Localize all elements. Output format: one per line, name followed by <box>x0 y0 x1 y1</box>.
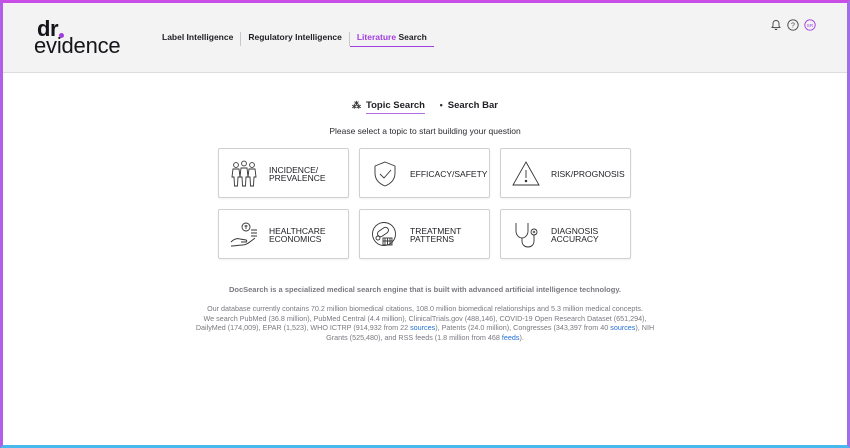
topic-card-risk[interactable]: RISK/PROGNOSIS <box>500 148 631 198</box>
dr-evidence-logo[interactable]: dr evidence <box>34 16 134 58</box>
topic-label: INCIDENCE/ PREVALENCE <box>269 164 326 183</box>
topic-card-diagnosis-accuracy[interactable]: DIAGNOSIS ACCURACY <box>500 209 631 259</box>
stats-line-4b: ). <box>519 332 524 342</box>
stats-line-2: We search PubMed (36.8 million), PubMed … <box>203 313 647 323</box>
nav-regulatory-intelligence[interactable]: Regulatory Intelligence <box>241 32 350 46</box>
topic-grid: INCIDENCE/ PREVALENCE EFFICACY/SAFETY RI… <box>218 148 632 260</box>
topic-label: RISK/PROGNOSIS <box>551 168 625 179</box>
stats-line-4a: Grants (525,480), and RSS feeds (1.8 mil… <box>326 332 502 342</box>
stats-line-3b: ), Patents (24.0 million), Congresses (3… <box>435 323 611 333</box>
docsearch-tagline: DocSearch is a specialized medical searc… <box>228 285 622 294</box>
cluster-icon: ⁂ <box>352 100 362 110</box>
topic-label: HEALTHCARE ECONOMICS <box>269 225 326 244</box>
topic-card-incidence[interactable]: INCIDENCE/ PREVALENCE <box>218 148 349 198</box>
stats-line-3a: DailyMed (174,009), EPAR (1,523), WHO IC… <box>195 323 411 333</box>
stethoscope-icon <box>515 223 538 248</box>
avatar-initials: SR <box>807 23 814 28</box>
database-stats: Our database currently contains 70.2 mil… <box>180 304 670 342</box>
main-nav: Label Intelligence Regulatory Intelligen… <box>162 32 434 47</box>
user-avatar[interactable]: SR <box>804 19 816 31</box>
topic-label: TREATMENT PATTERNS <box>410 225 462 244</box>
congress-sources-link[interactable]: sources <box>610 323 635 332</box>
help-icon[interactable]: ? <box>787 19 799 31</box>
warning-icon <box>512 161 540 186</box>
tab-topic-label: Topic Search <box>366 100 425 114</box>
svg-text:?: ? <box>791 23 795 30</box>
nav-literature-highlight: Literature <box>356 32 397 42</box>
stats-line-3: DailyMed (174,009), EPAR (1,523), WHO IC… <box>180 323 670 333</box>
tab-topic-search[interactable]: ⁂ Topic Search <box>352 100 425 114</box>
hand-coins-icon <box>230 222 257 247</box>
topic-card-healthcare-economics[interactable]: HEALTHCARE ECONOMICS <box>218 209 349 259</box>
topic-label: DIAGNOSIS ACCURACY <box>551 225 599 244</box>
nav-label-intelligence[interactable]: Label Intelligence <box>162 32 242 46</box>
stats-line-1: Our database currently contains 70.2 mil… <box>207 304 643 313</box>
nav-literature-rest: Search <box>396 32 427 42</box>
header-actions: ? SR <box>770 19 816 31</box>
topic-card-efficacy[interactable]: EFFICACY/SAFETY <box>359 148 490 198</box>
who-sources-link[interactable]: sources <box>410 323 435 332</box>
logo-evidence-text: evidence <box>34 33 121 58</box>
dot-icon: • <box>439 100 443 110</box>
shield-check-icon <box>374 161 396 187</box>
rss-feeds-link[interactable]: feeds <box>502 333 520 342</box>
bell-icon[interactable] <box>770 19 782 31</box>
tab-search-bar[interactable]: • Search Bar <box>440 100 498 111</box>
stats-line-4: Grants (525,480), and RSS feeds (1.8 mil… <box>180 333 670 343</box>
people-icon <box>231 160 257 187</box>
topic-card-treatment-patterns[interactable]: TREATMENT PATTERNS <box>359 209 490 259</box>
instruction-text: Please select a topic to start building … <box>329 126 521 136</box>
pills-icon <box>372 222 396 246</box>
app-header: dr evidence Label Intelligence Regulator… <box>0 0 850 73</box>
stats-line-3c: ), NIH <box>635 323 655 333</box>
tab-searchbar-label: Search Bar <box>447 100 498 111</box>
topic-label: EFFICACY/SAFETY <box>410 168 488 179</box>
search-mode-tabs: ⁂ Topic Search • Search Bar <box>0 100 850 114</box>
nav-literature-search[interactable]: Literature Search <box>349 32 434 47</box>
